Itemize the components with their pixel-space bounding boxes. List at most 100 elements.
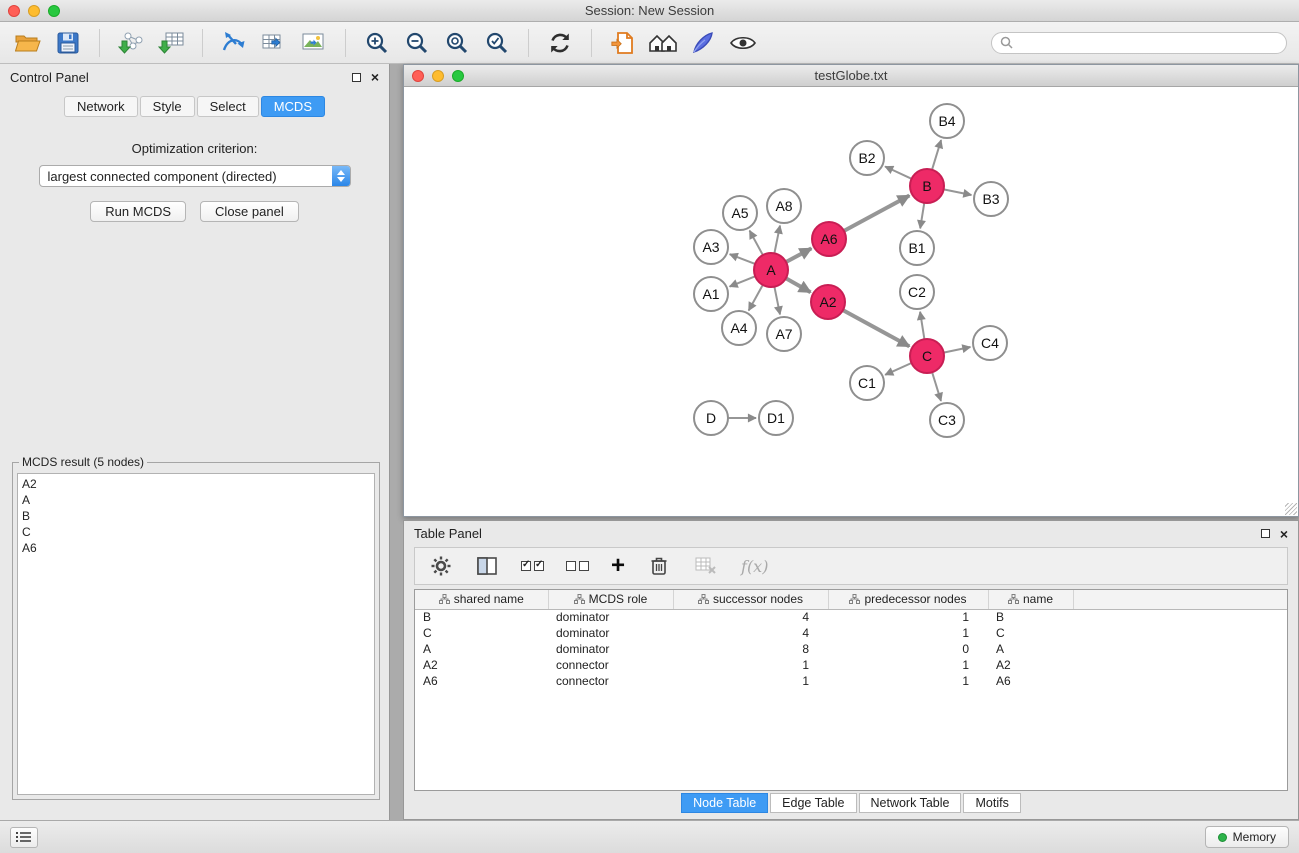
graph-edge-B-B2[interactable] — [885, 167, 912, 179]
table-cell[interactable]: A — [988, 641, 1073, 657]
table-row[interactable]: Cdominator41C — [415, 625, 1287, 641]
show-hide-button[interactable] — [727, 27, 759, 59]
table-cell[interactable]: connector — [548, 657, 673, 673]
graph-edge-C-C4[interactable] — [944, 347, 971, 353]
unselect-all-button[interactable] — [566, 561, 589, 571]
graph-edge-A-A5[interactable] — [750, 231, 763, 256]
tab-motifs[interactable]: Motifs — [963, 793, 1020, 813]
tab-style[interactable]: Style — [140, 96, 195, 117]
tab-network-table[interactable]: Network Table — [859, 793, 962, 813]
column-header-MCDS-role[interactable]: MCDS role — [548, 590, 673, 609]
table-cell[interactable]: 1 — [673, 657, 828, 673]
zoom-out-button[interactable] — [401, 27, 433, 59]
column-header-shared-name[interactable]: shared name — [415, 590, 548, 609]
table-cell[interactable]: 4 — [673, 609, 828, 625]
node-table-container[interactable]: shared nameMCDS rolesuccessor nodesprede… — [414, 589, 1288, 791]
duplicate-network-button[interactable] — [607, 27, 639, 59]
table-cell[interactable]: 4 — [673, 625, 828, 641]
graph-edge-A-A8[interactable] — [774, 226, 780, 254]
table-cell[interactable]: C — [415, 625, 548, 641]
import-network-button[interactable] — [115, 27, 147, 59]
graph-edge-B-B3[interactable] — [944, 189, 972, 195]
table-cell[interactable]: B — [415, 609, 548, 625]
import-table-button[interactable] — [155, 27, 187, 59]
resize-grip[interactable] — [1285, 503, 1297, 515]
zoom-in-button[interactable] — [361, 27, 393, 59]
first-neighbors-button[interactable] — [647, 27, 679, 59]
table-cell[interactable]: 1 — [828, 609, 988, 625]
graph-edge-B-B4[interactable] — [932, 140, 941, 170]
tab-select[interactable]: Select — [197, 96, 259, 117]
column-header-name[interactable]: name — [988, 590, 1073, 609]
search-field[interactable] — [991, 32, 1287, 54]
result-item[interactable]: B — [22, 508, 370, 524]
task-history-button[interactable] — [10, 827, 38, 848]
table-cell[interactable]: A2 — [415, 657, 548, 673]
column-header-predecessor-nodes[interactable]: predecessor nodes — [828, 590, 988, 609]
delete-table-button[interactable] — [693, 554, 719, 578]
refresh-layout-button[interactable] — [544, 27, 576, 59]
network-canvas[interactable]: AA1A2A3A4A5A6A7A8BB1B2B3B4CC1C2C3C4DD1 — [404, 87, 1298, 516]
result-item[interactable]: A6 — [22, 540, 370, 556]
export-table-button[interactable] — [258, 27, 290, 59]
graph-edge-A2-C[interactable] — [843, 310, 910, 346]
network-minimize-button[interactable] — [432, 70, 444, 82]
close-panel-button[interactable]: Close panel — [200, 201, 299, 222]
table-cell[interactable]: A6 — [415, 673, 548, 689]
column-header-successor-nodes[interactable]: successor nodes — [673, 590, 828, 609]
close-window-button[interactable] — [8, 5, 20, 17]
function-builder-button[interactable]: f(x) — [741, 557, 768, 576]
minimize-window-button[interactable] — [28, 5, 40, 17]
graph-edge-A-A3[interactable] — [730, 254, 755, 264]
table-cell[interactable]: connector — [548, 673, 673, 689]
graph-edge-A6-B[interactable] — [844, 196, 909, 231]
table-cell[interactable]: A — [415, 641, 548, 657]
table-settings-button[interactable] — [429, 554, 453, 578]
table-row[interactable]: Adominator80A — [415, 641, 1287, 657]
result-item[interactable]: A — [22, 492, 370, 508]
save-session-button[interactable] — [52, 27, 84, 59]
network-zoom-button[interactable] — [452, 70, 464, 82]
result-item[interactable]: C — [22, 524, 370, 540]
table-cell[interactable]: dominator — [548, 625, 673, 641]
delete-row-button[interactable] — [647, 554, 671, 578]
network-close-button[interactable] — [412, 70, 424, 82]
graph-edge-C-C2[interactable] — [920, 312, 924, 339]
result-item[interactable]: A2 — [22, 476, 370, 492]
graph-edge-B-B1[interactable] — [920, 203, 924, 229]
memory-button[interactable]: Memory — [1205, 826, 1289, 848]
zoom-window-button[interactable] — [48, 5, 60, 17]
table-row[interactable]: A6connector11A6 — [415, 673, 1287, 689]
network-graph[interactable]: AA1A2A3A4A5A6A7A8BB1B2B3B4CC1C2C3C4DD1 — [404, 87, 1298, 516]
graph-edge-C-C3[interactable] — [932, 372, 941, 401]
mcds-result-list[interactable]: A2 A B C A6 — [17, 473, 375, 795]
highlight-button[interactable] — [687, 27, 719, 59]
graph-edge-A-A4[interactable] — [749, 285, 763, 311]
table-cell[interactable]: 1 — [828, 657, 988, 673]
add-row-button[interactable]: + — [611, 556, 625, 576]
tab-edge-table[interactable]: Edge Table — [770, 793, 856, 813]
new-network-button[interactable] — [218, 27, 250, 59]
table-row[interactable]: A2connector11A2 — [415, 657, 1287, 673]
tab-mcds[interactable]: MCDS — [261, 96, 325, 117]
table-cell[interactable]: 0 — [828, 641, 988, 657]
network-window-titlebar[interactable]: testGlobe.txt — [404, 65, 1298, 87]
graph-edge-A-A7[interactable] — [774, 287, 780, 315]
table-cell[interactable]: 1 — [828, 625, 988, 641]
table-cell[interactable]: B — [988, 609, 1073, 625]
export-image-button[interactable] — [298, 27, 330, 59]
float-panel-icon[interactable] — [352, 73, 361, 82]
select-all-button[interactable] — [521, 561, 544, 571]
table-cell[interactable]: 1 — [828, 673, 988, 689]
run-mcds-button[interactable]: Run MCDS — [90, 201, 186, 222]
tab-network[interactable]: Network — [64, 96, 138, 117]
float-table-panel-icon[interactable] — [1261, 529, 1270, 538]
table-cell[interactable]: dominator — [548, 609, 673, 625]
close-panel-icon[interactable]: × — [371, 70, 379, 84]
graph-edge-A-A2[interactable] — [786, 278, 811, 292]
zoom-fit-button[interactable] — [441, 27, 473, 59]
graph-edge-A-A1[interactable] — [730, 276, 756, 286]
insert-column-button[interactable] — [475, 554, 499, 578]
table-cell[interactable]: A2 — [988, 657, 1073, 673]
table-row[interactable]: Bdominator41B — [415, 609, 1287, 625]
